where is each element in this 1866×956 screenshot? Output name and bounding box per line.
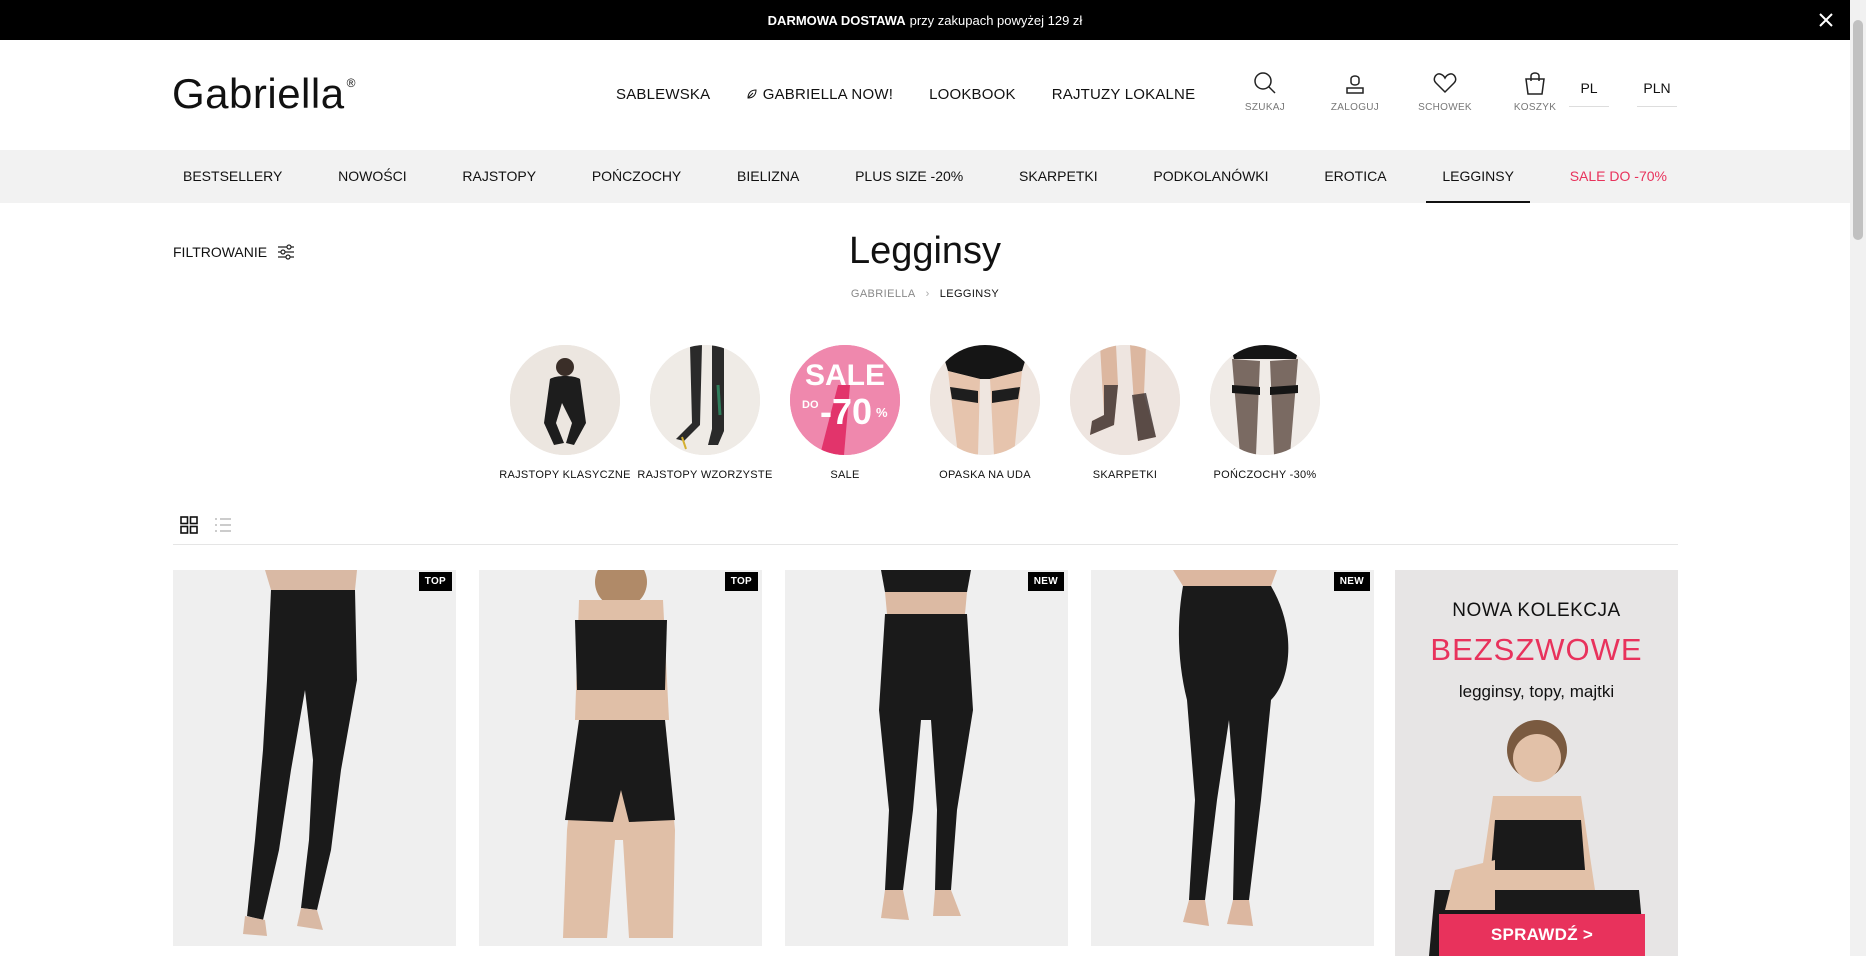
promo-bar: DARMOWA DOSTAWA przy zakupach powyżej 12… [0,0,1850,40]
logo-text: Gabriella [172,70,345,117]
subcategory-label: SKARPETKI [1092,469,1158,481]
subcategory-image: SALE DO -70 % [790,345,900,455]
subcategory-label: RAJSTOPY KLASYCZNE [499,469,631,481]
login-button[interactable]: ZALOGUJ [1310,70,1400,113]
category-podkolanówki[interactable]: PODKOLANÓWKI [1137,150,1284,203]
subcategory-list: RAJSTOPY KLASYCZNE RAJSTOPY WZORZYSTE SA… [499,345,1320,481]
header-icons: SZUKAJ ZALOGUJ SCHOWEK KOSZYK [1220,70,1580,113]
leaf-icon [747,89,757,99]
list-view-icon[interactable] [214,516,232,534]
scrollbar-thumb[interactable] [1853,20,1863,240]
nav-lookbook[interactable]: LOOKBOOK [929,86,1016,103]
subcategory-label: RAJSTOPY WZORZYSTE [637,469,773,481]
bag-icon [1525,72,1545,95]
search-label: SZUKAJ [1244,102,1286,113]
category-pończochy[interactable]: POŃCZOCHY [576,150,697,203]
product-card[interactable]: TOP [173,570,456,946]
subcategory-image [650,345,760,455]
promo-line2: BEZSZWOWE [1430,632,1643,667]
cart-label: KOSZYK [1513,102,1557,113]
product-image [173,570,456,946]
subcategory-skarpetki[interactable]: SKARPETKI [1070,345,1180,481]
product-image [785,570,1068,946]
grid-view-icon[interactable] [180,516,198,534]
category-legginsy[interactable]: LEGGINSY [1426,150,1530,203]
view-toggle [180,516,232,534]
divider [173,544,1678,545]
promo-bar-bold: DARMOWA DOSTAWA [767,12,906,28]
product-card[interactable]: NEW [1091,570,1374,946]
search-icon [1254,72,1276,94]
product-grid: TOP TOP NEW NEW [173,570,1374,946]
logo[interactable]: Gabriella ® [172,70,356,118]
subcategory-image [1210,345,1320,455]
currency-select[interactable]: PLN [1637,80,1677,107]
subcategory-rajstopy-wzorzyste[interactable]: RAJSTOPY WZORZYSTE [637,345,772,481]
scrollbar[interactable] [1850,0,1866,956]
sale-value: -70 [820,391,873,432]
category-nowości[interactable]: NOWOŚCI [322,150,422,203]
login-label: ZALOGUJ [1330,102,1380,113]
category-skarpetki[interactable]: SKARPETKI [1003,150,1114,203]
subcategory-label: SALE [830,469,860,481]
product-badge: TOP [724,572,758,591]
promo-line1: NOWA KOLEKCJA [1452,600,1621,621]
search-button[interactable]: SZUKAJ [1220,70,1310,113]
main-nav: SABLEWSKA GABRIELLA NOW! LOOKBOOK RAJTUZ… [616,86,1195,103]
page-title: Legginsy [848,230,1002,272]
sale-prefix: DO [802,399,819,411]
category-nav: BESTSELLERY NOWOŚCI RAJSTOPY POŃCZOCHY BIELI… [0,150,1850,203]
nav-gabriella-now-label: GABRIELLA NOW! [762,86,894,103]
product-card[interactable]: NEW [785,570,1068,946]
sale-unit: % [876,405,888,420]
cart-button[interactable]: KOSZYK [1490,70,1580,113]
product-image [1091,570,1374,946]
breadcrumb: GABRIELLA › LEGGINSY [0,288,1850,300]
category-bestsellery[interactable]: BESTSELLERY [167,150,298,203]
category-rajstopy[interactable]: RAJSTOPY [446,150,552,203]
promo-banner[interactable]: NOWA KOLEKCJA BEZSZWOWE legginsy, topy, … [1395,570,1678,956]
product-badge: TOP [418,572,452,591]
subcategory-image [510,345,620,455]
check-button[interactable]: SPRAWDŹ > [1439,914,1645,956]
category-bielizna[interactable]: BIELIZNA [721,150,815,203]
promo-line3: legginsy, topy, majtki [1458,682,1615,701]
chevron-right-icon: › [925,288,930,300]
sale-word: SALE [804,359,885,392]
heart-icon [1433,73,1457,94]
wishlist-button[interactable]: SCHOWEK [1400,70,1490,113]
nav-gabriella-now[interactable]: GABRIELLA NOW! [746,86,893,103]
subcategory-label: OPASKA NA UDA [939,469,1031,481]
subcategory-sale[interactable]: SALE DO -70 % SALE [790,345,900,481]
product-image [479,570,762,946]
product-badge: NEW [1027,572,1064,591]
wishlist-label: SCHOWEK [1418,102,1472,113]
category-plus-size-20[interactable]: PLUS SIZE -20% [839,150,979,203]
category-erotica[interactable]: EROTICA [1308,150,1402,203]
logo-mark: ® [346,76,356,90]
nav-sablewska[interactable]: SABLEWSKA [616,86,710,103]
category-sale-do-70[interactable]: SALE DO -70% [1554,150,1683,203]
subcategory-ponczochy[interactable]: POŃCZOCHY -30% [1210,345,1320,481]
product-badge: NEW [1333,572,1370,591]
breadcrumb-home[interactable]: GABRIELLA [851,288,916,300]
subcategory-rajstopy-klasyczne[interactable]: RAJSTOPY KLASYCZNE [499,345,630,481]
header: Gabriella ® SABLEWSKA GABRIELLA NOW! LOOK… [0,40,1850,150]
nav-rajtuzy-lokalne[interactable]: RAJTUZY LOKALNE [1052,86,1196,103]
subcategory-image [1070,345,1180,455]
breadcrumb-current: LEGGINSY [939,288,1000,300]
subcategory-label: POŃCZOCHY -30% [1213,469,1317,481]
promo-bar-text: przy zakupach powyżej 129 zł [909,12,1083,28]
promo-image [1395,570,1678,956]
close-icon[interactable] [1816,10,1836,30]
subcategory-opaska-na-uda[interactable]: OPASKA NA UDA [930,345,1040,481]
subcategory-image [930,345,1040,455]
language-select[interactable]: PL [1569,80,1609,107]
user-icon [1346,75,1364,94]
product-card[interactable]: TOP [479,570,762,946]
